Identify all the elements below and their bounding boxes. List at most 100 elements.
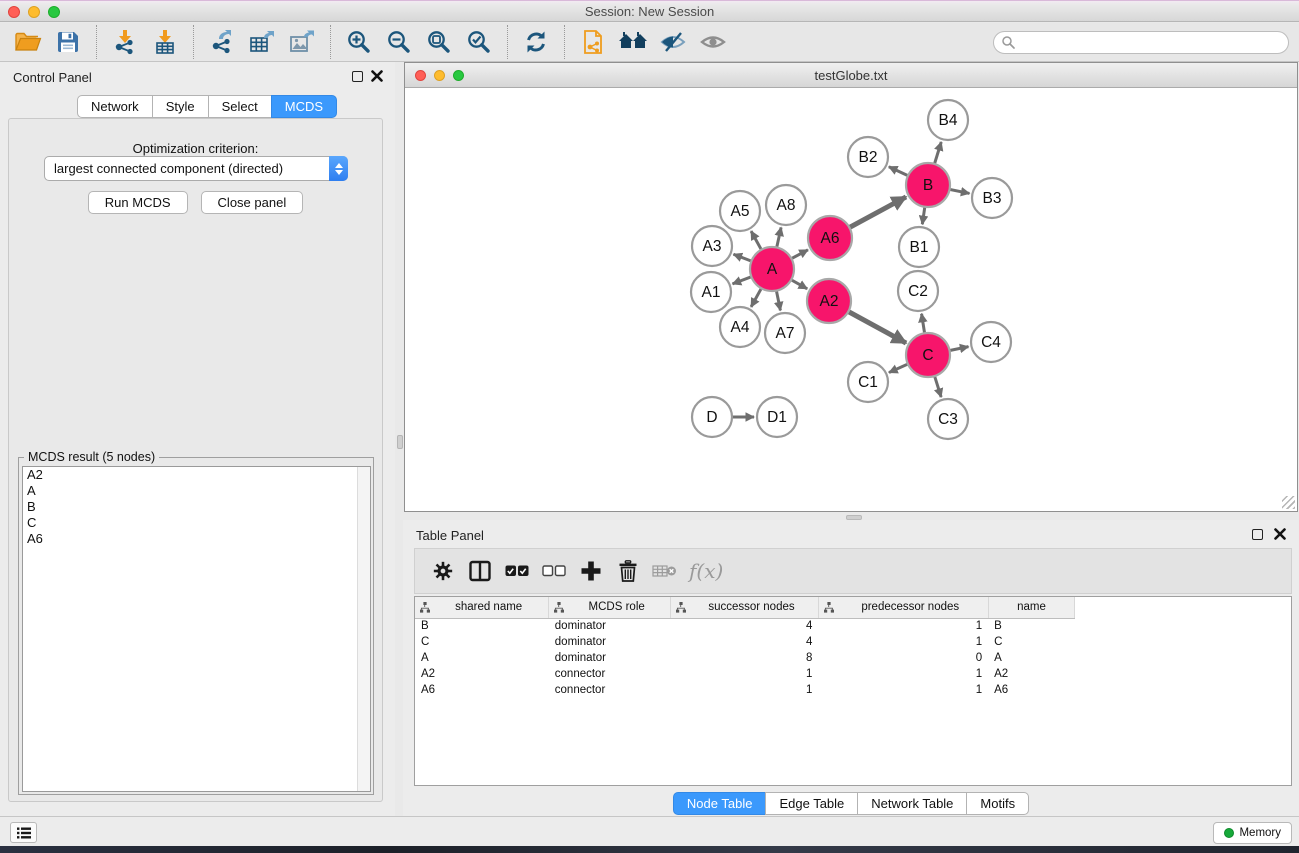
table-row[interactable]: Cdominator41C [415,634,1291,650]
import-network-button[interactable] [105,26,145,58]
new-network-from-selection-button[interactable] [573,26,613,58]
result-item[interactable]: A2 [23,467,370,483]
zoom-out-icon [386,29,412,55]
node-label: A4 [731,319,750,336]
export-image-button[interactable] [282,26,322,58]
add-column-button[interactable] [572,554,609,588]
result-item[interactable]: A6 [23,531,370,547]
node-label: B4 [939,112,958,129]
search-field[interactable] [993,31,1289,54]
delete-table-button[interactable] [646,554,683,588]
header-filler [1075,597,1291,618]
table-toolbar: f(x) [414,548,1292,594]
export-table-icon [249,29,276,55]
tab-style[interactable]: Style [152,95,209,118]
network-node-A4[interactable]: A4 [720,307,760,347]
node-label: A7 [776,325,795,342]
network-node-C1[interactable]: C1 [848,362,888,402]
task-history-button[interactable] [10,822,37,843]
table-panel-title: Table Panel [416,528,484,543]
zoom-selected-icon [466,29,492,55]
save-session-button[interactable] [48,26,88,58]
zoom-in-button[interactable] [339,26,379,58]
vertical-splitter-grip[interactable] [397,435,403,449]
result-item[interactable]: C [23,515,370,531]
tab-network[interactable]: Network [77,95,153,118]
network-node-B4[interactable]: B4 [928,100,968,140]
tab-mcds[interactable]: MCDS [271,95,337,118]
criterion-dropdown[interactable]: largest connected component (directed) [44,156,348,181]
network-node-D[interactable]: D [692,397,732,437]
result-item[interactable]: B [23,499,370,515]
network-node-B[interactable]: B [906,163,950,207]
network-node-C4[interactable]: C4 [971,322,1011,362]
float-table-panel-icon[interactable] [1252,529,1263,540]
delete-columns-button[interactable] [609,554,646,588]
zoom-fit-button[interactable] [419,26,459,58]
network-node-C[interactable]: C [906,333,950,377]
table-row[interactable]: Adominator80A [415,650,1291,666]
network-node-D1[interactable]: D1 [757,397,797,437]
zoom-out-button[interactable] [379,26,419,58]
close-panel-icon[interactable] [371,70,383,82]
network-node-A2[interactable]: A2 [807,279,851,323]
hide-selected-button[interactable] [653,26,693,58]
tab-motifs[interactable]: Motifs [966,792,1029,815]
main-toolbar [0,23,1299,62]
network-canvas[interactable]: B4 B2 B B3 A8 A5 A6 A3 B1 A A1 C2 A2 A4 A7 C4 C C1 C3 D D1 [405,88,1297,511]
zoom-selected-button[interactable] [459,26,499,58]
network-node-A3[interactable]: A3 [692,226,732,266]
tab-network-table[interactable]: Network Table [857,792,967,815]
network-node-A1[interactable]: A1 [691,272,731,312]
column-header-mcds-role[interactable]: MCDS role [549,597,671,618]
column-header-name[interactable]: name [988,597,1075,618]
column-header-shared-name[interactable]: shared name [415,597,549,618]
network-node-C3[interactable]: C3 [928,399,968,439]
import-table-button[interactable] [145,26,185,58]
network-node-B2[interactable]: B2 [848,137,888,177]
window-resize-grip[interactable] [1282,496,1295,509]
column-header-successor-nodes[interactable]: successor nodes [671,597,819,618]
close-table-panel-icon[interactable] [1274,528,1286,540]
tab-node-table[interactable]: Node Table [673,792,767,815]
export-network-button[interactable] [202,26,242,58]
table-row[interactable]: A2connector11A2 [415,666,1291,682]
refresh-button[interactable] [516,26,556,58]
result-scrollbar[interactable] [357,467,370,791]
network-node-A[interactable]: A [750,247,794,291]
network-node-B1[interactable]: B1 [899,227,939,267]
table-row[interactable]: A6connector11A6 [415,682,1291,698]
first-neighbors-button[interactable] [613,26,653,58]
search-input[interactable] [1016,34,1288,52]
table-options-button[interactable] [424,554,461,588]
run-mcds-button[interactable]: Run MCDS [88,191,188,214]
select-all-button[interactable] [498,554,535,588]
network-node-C2[interactable]: C2 [898,271,938,311]
node-label: B1 [910,239,929,256]
column-header-predecessor-nodes[interactable]: predecessor nodes [818,597,988,618]
mcds-result-title: MCDS result (5 nodes) [24,450,159,464]
result-item[interactable]: A [23,483,370,499]
network-node-A8[interactable]: A8 [766,185,806,225]
column-visibility-button[interactable] [461,554,498,588]
network-node-A5[interactable]: A5 [720,191,760,231]
export-table-button[interactable] [242,26,282,58]
node-label: A8 [777,197,796,214]
float-panel-icon[interactable] [352,71,363,82]
tab-edge-table[interactable]: Edge Table [765,792,858,815]
show-all-button[interactable] [693,26,733,58]
network-view-window: testGlobe.txt B4B2BB3A8A5A6A3B1AA1C2A2A4… [404,62,1298,512]
deselect-all-button[interactable] [535,554,572,588]
tab-select[interactable]: Select [208,95,272,118]
network-node-A6[interactable]: A6 [808,216,852,260]
close-panel-button[interactable]: Close panel [201,191,304,214]
network-node-B3[interactable]: B3 [972,178,1012,218]
document-network-icon [580,28,606,56]
network-node-A7[interactable]: A7 [765,313,805,353]
table-row[interactable]: Bdominator41B [415,618,1291,634]
mcds-result-list[interactable]: A2 A B C A6 [22,466,371,792]
open-session-button[interactable] [8,26,48,58]
function-builder-button[interactable]: f(x) [689,559,723,583]
import-table-icon [152,29,178,55]
memory-button[interactable]: Memory [1213,822,1292,844]
